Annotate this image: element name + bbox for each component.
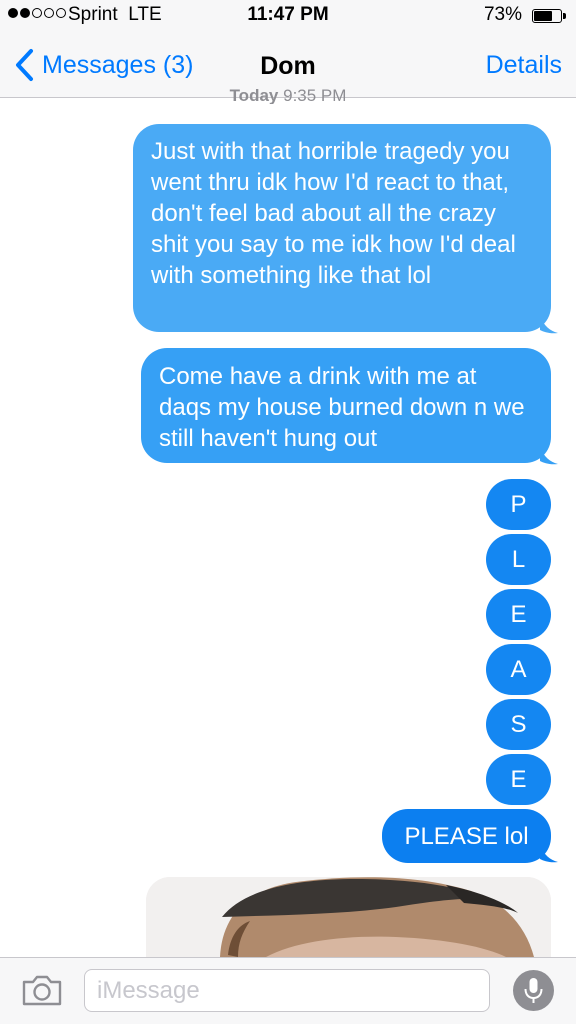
sent-message-bubble[interactable]: Come have a drink with me at daqs my hou… <box>141 348 551 463</box>
microphone-icon <box>524 978 543 1003</box>
imessage-field[interactable] <box>84 969 490 1012</box>
microphone-button[interactable] <box>513 970 554 1011</box>
timestamp-day: Today <box>229 86 279 104</box>
details-button[interactable]: Details <box>486 51 562 80</box>
bubble-tail <box>540 316 558 334</box>
letter-bubble[interactable]: A <box>486 644 551 695</box>
photo-image <box>146 877 551 957</box>
status-bar: Sprint LTE 11:47 PM 73% <box>0 0 576 30</box>
photo-attachment[interactable] <box>146 877 551 957</box>
message-timestamp: Today 9:35 PM <box>0 86 576 104</box>
letter-bubble[interactable]: E <box>486 589 551 640</box>
imessage-input[interactable] <box>85 970 489 1011</box>
message-input-bar <box>0 957 576 1024</box>
letter-bubble[interactable]: P <box>486 479 551 530</box>
battery-tip <box>563 13 566 19</box>
battery-percent: 73% <box>483 4 522 25</box>
letter-bubble[interactable]: L <box>486 534 551 585</box>
bubble-tail <box>540 447 558 465</box>
sent-message-bubble[interactable]: PLEASE lol <box>382 809 551 863</box>
sent-message-bubble[interactable]: Just with that horrible tragedy you went… <box>133 124 551 332</box>
letter-bubble[interactable]: S <box>486 699 551 750</box>
bubble-tail <box>540 845 558 863</box>
battery-icon <box>532 9 562 23</box>
camera-icon[interactable] <box>22 974 62 1006</box>
timestamp-time: 9:35 PM <box>283 86 347 104</box>
letter-bubble[interactable]: E <box>486 754 551 805</box>
